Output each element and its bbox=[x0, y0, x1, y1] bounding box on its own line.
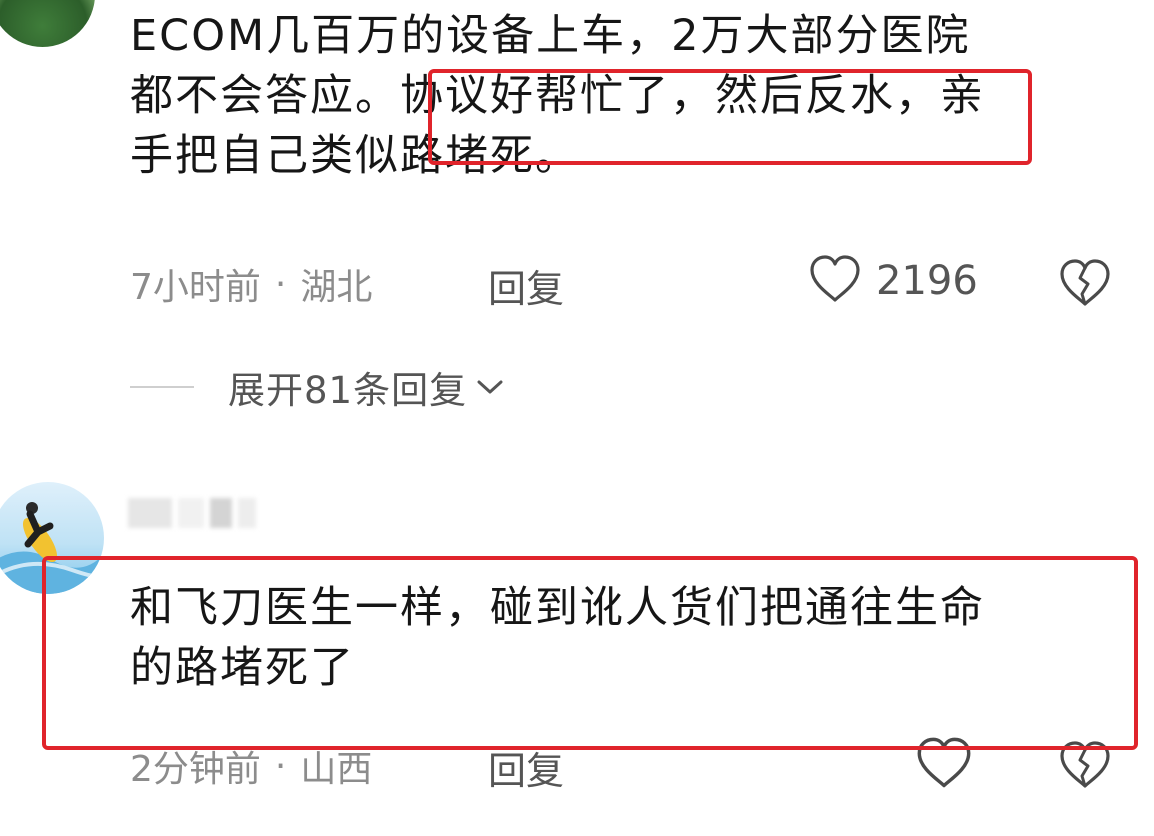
expand-replies-label: 展开81条回复 bbox=[228, 369, 468, 412]
comment-1-reply-button[interactable]: 回复 bbox=[488, 258, 564, 313]
comment-1-meta: 7小时前 · 湖北 bbox=[130, 258, 372, 310]
expand-replies-button[interactable]: 展开81条回复 bbox=[130, 360, 505, 414]
username-blurred[interactable] bbox=[128, 498, 256, 528]
username-blur-block bbox=[128, 498, 172, 528]
comment-1-like-count: 2196 bbox=[876, 258, 978, 304]
username-blur-block bbox=[210, 498, 232, 528]
username-blur-block bbox=[178, 498, 204, 528]
username-blur-block bbox=[238, 498, 256, 528]
broken-heart-icon bbox=[1058, 259, 1112, 312]
comment-1-time: 7小时前 bbox=[130, 267, 261, 308]
broken-heart-icon bbox=[1058, 741, 1112, 794]
comment-1-location: 湖北 bbox=[300, 267, 373, 308]
avatar-comment-1[interactable] bbox=[0, 0, 95, 47]
highlight-box-2 bbox=[42, 556, 1138, 750]
comment-1-dislike-button[interactable] bbox=[1058, 258, 1112, 312]
chevron-down-icon bbox=[475, 377, 505, 401]
expand-divider bbox=[130, 386, 194, 388]
meta-separator: · bbox=[274, 745, 287, 787]
heart-outline-icon bbox=[808, 254, 862, 308]
meta-separator: · bbox=[274, 263, 287, 305]
highlight-box-1 bbox=[428, 69, 1032, 165]
comment-1-like-button[interactable]: 2196 bbox=[808, 254, 978, 308]
